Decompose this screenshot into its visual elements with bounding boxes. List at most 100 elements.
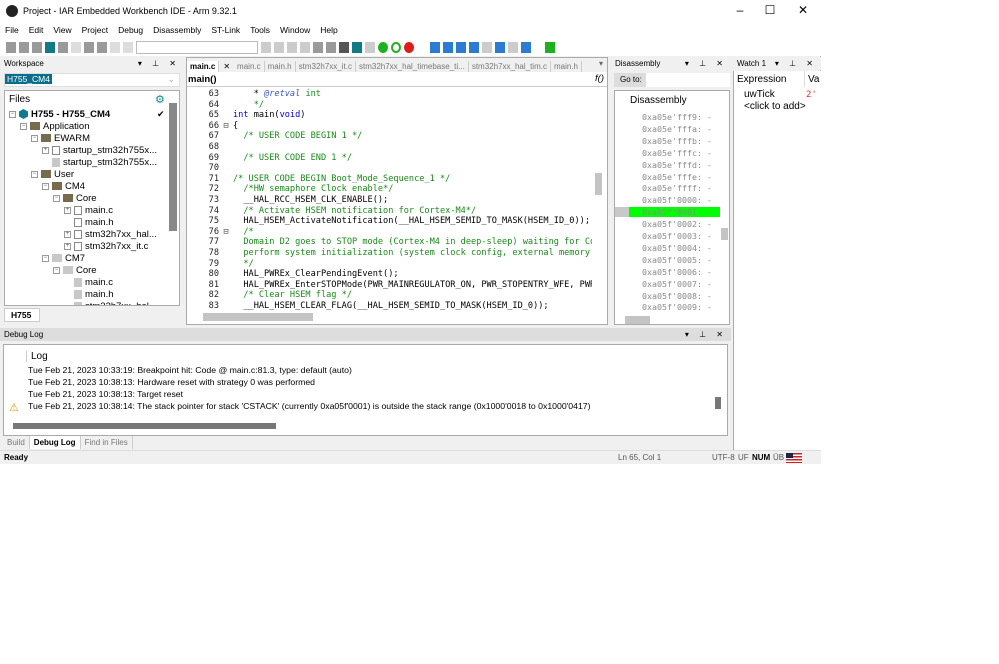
disassembly-scrollbar[interactable] [721,228,728,240]
next-statement-icon[interactable] [469,41,479,53]
log-entry[interactable]: Tue Feb 21, 2023 10:38:14: The stack poi… [28,401,591,411]
tree-item[interactable]: − User [31,168,74,180]
run-icon[interactable] [495,41,505,53]
step-over-icon[interactable] [430,41,440,53]
editor-tab[interactable]: main.h [265,61,296,72]
download-debug-icon[interactable] [352,41,362,53]
save-icon[interactable] [32,41,42,53]
disassembly-row[interactable]: 0xa05f'0009: - [615,302,720,312]
layout-icon[interactable] [545,41,555,53]
menu-tools[interactable]: Tools [245,25,275,35]
stop-build-icon[interactable] [339,41,349,53]
panel-controls[interactable]: ▾ ⊥ ✕ [138,59,184,68]
disassembly-row[interactable]: 0xa05e'fff9: - [615,112,720,122]
log-hscrollbar[interactable] [13,423,276,429]
code-area[interactable]: 63 * @retval int 64 */65 int main(void) 66 ⊟… [187,88,592,312]
editor-tab[interactable]: stm32h7xx_hal_timebase_ti... [356,61,469,72]
collapse-icon[interactable]: − [53,194,60,202]
tree-item[interactable]: main.c [64,276,113,288]
tree-item[interactable]: − Core [53,192,97,204]
disassembly-row[interactable]: 0xa05f'0001: - [615,207,720,218]
stop-debug-icon[interactable] [404,41,414,53]
expand-icon[interactable]: + [64,230,71,238]
expand-icon[interactable]: + [64,206,71,214]
output-tab[interactable]: Debug Log [29,436,81,449]
disassembly-row[interactable]: 0xa05e'fffb: - [615,136,720,146]
panel-controls[interactable]: ▾ ⊥ ✕ [685,330,731,339]
undo-icon[interactable] [110,41,120,53]
log-vscrollbar[interactable] [715,397,721,409]
collapse-icon[interactable]: − [42,182,49,190]
debug-without-download-icon[interactable] [365,41,375,53]
expand-icon[interactable]: + [64,242,71,250]
menu-project[interactable]: Project [77,25,113,35]
make-icon[interactable] [326,41,336,53]
editor-tab[interactable]: main.c [234,61,265,72]
minimize-button[interactable]: – [725,3,755,17]
close-tab-icon[interactable]: ✕ [219,61,234,72]
open-icon[interactable] [19,41,29,53]
save-all-icon[interactable] [45,41,55,53]
disassembly-row[interactable]: 0xa05f'0005: - [615,255,720,265]
watch-expression[interactable]: uwTick [744,89,775,100]
tree-item[interactable]: − CM4 [42,180,85,192]
close-button[interactable]: ✕ [788,3,818,17]
bookmark-icon[interactable] [287,41,297,53]
disassembly-row[interactable]: 0xa05e'ffff: - [615,183,720,193]
tree-item[interactable]: main.h [64,216,114,228]
tree-item[interactable]: + main.c [64,204,113,216]
disassembly-row[interactable]: 0xa05f'0007: - [615,279,720,289]
log-entry[interactable]: Tue Feb 21, 2023 10:33:19: Breakpoint hi… [28,365,352,375]
menu-window[interactable]: Window [275,25,315,35]
tree-scrollbar[interactable] [169,103,177,231]
menu-disassembly[interactable]: Disassembly [148,25,206,35]
menu-st-link[interactable]: ST-Link [206,25,245,35]
tree-item[interactable]: stm32h7xx_hal... [64,300,157,305]
go-icon[interactable] [378,41,388,53]
print-icon[interactable] [58,41,68,53]
editor-tab[interactable]: main.h [551,61,582,72]
tree-item[interactable]: − CM7 [42,252,85,264]
maximize-button[interactable]: ☐ [755,3,785,17]
menu-edit[interactable]: Edit [24,25,49,35]
disassembly-row[interactable]: 0xa05f'0002: - [615,219,720,229]
reset-target-icon[interactable] [521,41,531,53]
menu-view[interactable]: View [48,25,76,35]
gear-icon[interactable]: ⚙ [155,93,165,106]
editor-tab[interactable]: stm32h7xx_it.c [296,61,356,72]
editor-tab[interactable]: main.c [187,61,220,72]
new-file-icon[interactable] [6,41,16,53]
menu-debug[interactable]: Debug [113,25,148,35]
copy-icon[interactable] [84,41,94,53]
disassembly-row[interactable]: 0xa05f'0008: - [615,291,720,301]
collapse-icon[interactable]: − [31,170,38,178]
find-combo[interactable] [136,40,258,54]
break-icon[interactable] [508,41,518,53]
expand-icon[interactable]: + [42,146,49,154]
editor-vscrollbar[interactable] [595,173,602,195]
disassembly-row[interactable]: 0xa05f'0000: - [615,195,720,205]
search-icon[interactable] [261,41,271,53]
collapse-icon[interactable]: − [9,110,16,118]
tree-item[interactable]: − Application [20,120,89,132]
collapse-icon[interactable]: − [20,122,27,130]
collapse-icon[interactable]: − [42,254,49,262]
log-entry[interactable]: Tue Feb 21, 2023 10:38:13: Hardware rese… [28,377,315,387]
tree-item[interactable]: − EWARM [31,132,90,144]
disassembly-row[interactable]: 0xa05e'fffd: - [615,160,720,170]
paste-icon[interactable] [97,41,107,53]
disassembly-hscrollbar[interactable] [625,316,650,324]
tree-item[interactable]: startup_stm32h755x... [42,156,157,168]
menu-file[interactable]: File [0,25,24,35]
navigate-forward-icon[interactable] [300,41,310,53]
step-into-icon[interactable] [443,41,453,53]
function-navigator[interactable]: main() f() [187,72,607,87]
click-to-add[interactable]: <click to add> [744,101,806,112]
disassembly-row[interactable]: 0xa05e'fffa: - [615,124,720,134]
collapse-icon[interactable]: − [31,134,38,142]
tree-item[interactable]: main.h [64,288,114,300]
step-out-icon[interactable] [456,41,466,53]
reset-icon[interactable] [391,41,401,53]
output-tab[interactable]: Build [3,436,30,449]
tree-item[interactable]: + startup_stm32h755x... [42,144,157,156]
